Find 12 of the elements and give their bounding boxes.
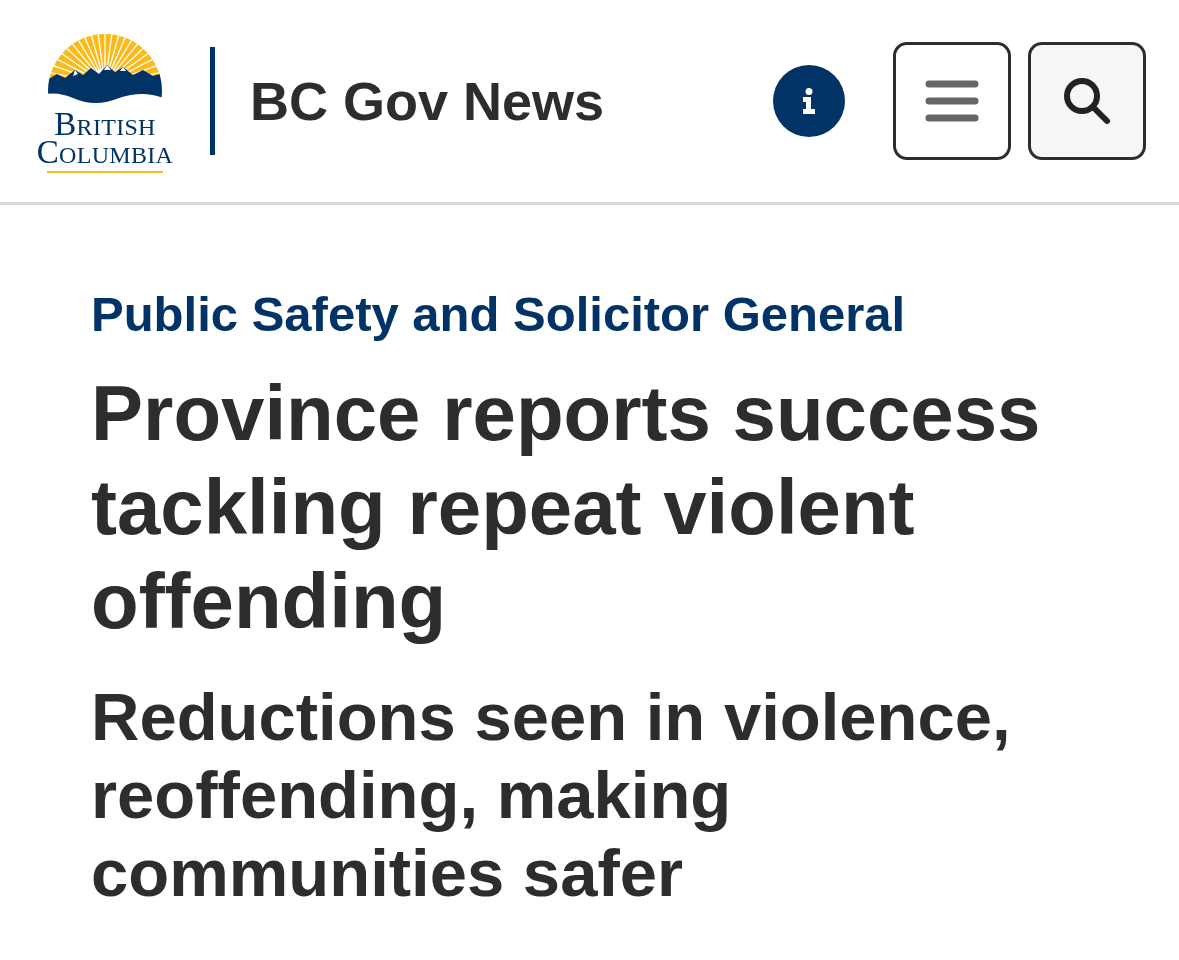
ministry-link[interactable]: Public Safety and Solicitor General xyxy=(91,285,906,344)
article-title: Province reports success tackling repeat violent offending xyxy=(91,367,1042,647)
search-button[interactable] xyxy=(1028,42,1146,160)
info-icon xyxy=(802,88,816,114)
sun-over-mountains-icon xyxy=(47,33,163,106)
article-subtitle: Reductions seen in violence, reoffending, making communities safer xyxy=(91,677,1012,912)
logo-text: COLUMBIA xyxy=(36,139,174,168)
search-icon xyxy=(1062,76,1112,126)
site-title[interactable]: BC Gov News xyxy=(250,74,605,128)
logo-text: BRITISH xyxy=(54,111,156,140)
menu-icon xyxy=(925,80,979,122)
menu-button[interactable] xyxy=(893,42,1011,160)
